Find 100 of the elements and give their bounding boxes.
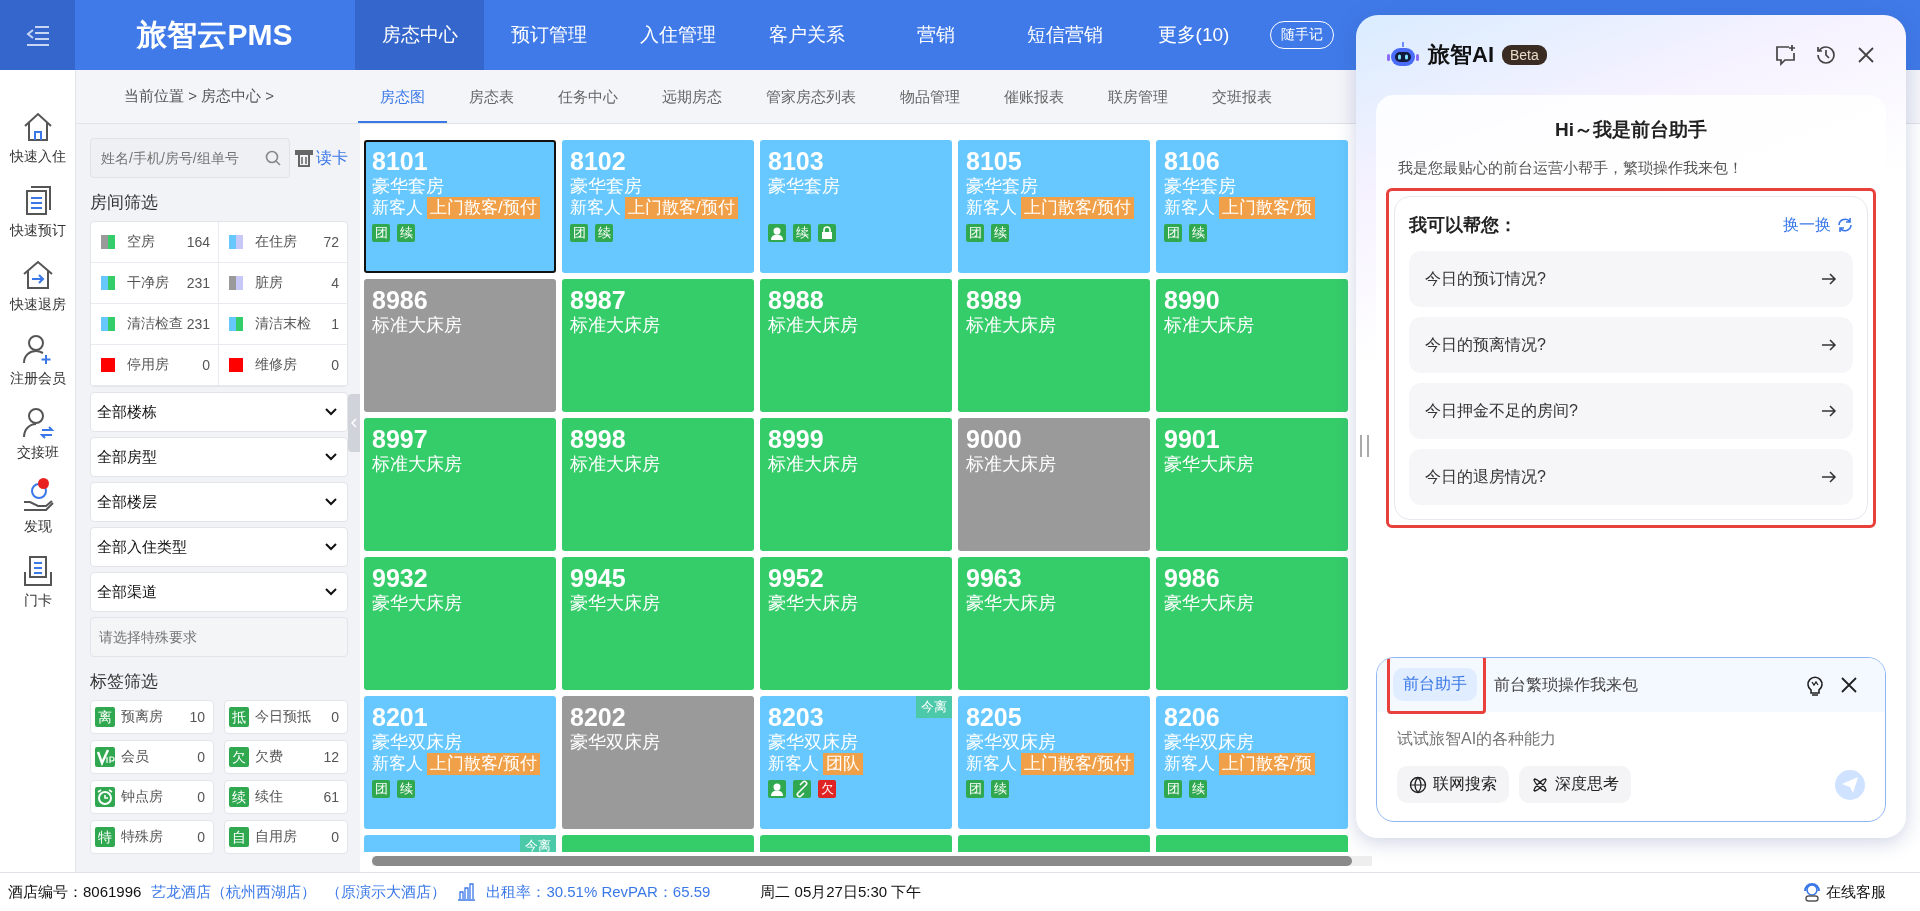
greeting-title: Hi～我是前台助手 bbox=[1554, 118, 1708, 142]
tag-filter[interactable]: 会员 0 bbox=[90, 740, 214, 774]
nav-tab[interactable]: 入住管理 bbox=[613, 0, 742, 70]
tag-filter[interactable]: 抵 今日预抵 0 bbox=[224, 700, 348, 734]
view-tab[interactable]: 物品管理 bbox=[878, 70, 982, 123]
view-tab[interactable]: 交班报表 bbox=[1190, 70, 1294, 123]
view-tab[interactable]: 联房管理 bbox=[1086, 70, 1190, 123]
room-filter[interactable]: 清洁末检 1 bbox=[219, 304, 347, 345]
nav-tab[interactable]: 营销 bbox=[871, 0, 1000, 70]
room-card[interactable]: 8103 豪华套房 续 bbox=[760, 140, 952, 273]
view-tab[interactable]: 远期房态 bbox=[640, 70, 744, 123]
intro-text: 我是您最贴心的前台运营小帮手，繁琐操作我来包！ bbox=[1398, 159, 1744, 178]
suggestion-item[interactable]: 今日的退房情况? bbox=[1409, 449, 1853, 505]
filter-dropdown[interactable]: 全部楼栋 bbox=[90, 392, 348, 432]
nav-tab[interactable]: 更多(10) bbox=[1129, 0, 1258, 70]
chat-input-field[interactable]: 前台助手 前台繁琐操作我来包 试试旅智AI的各种能力 联网搜索 深度思考 bbox=[1376, 657, 1886, 822]
special-request-field[interactable]: 请选择特殊要求 bbox=[90, 617, 348, 657]
suggestion-item[interactable]: 今日押金不足的房间? bbox=[1409, 383, 1853, 439]
filter-count: 0 bbox=[197, 829, 205, 845]
room-filter[interactable]: 在住房 72 bbox=[219, 222, 347, 263]
headset-icon bbox=[1802, 882, 1822, 902]
room-filter[interactable]: 停用房 0 bbox=[91, 345, 219, 386]
room-card[interactable]: 8201 豪华双床房 新客人 上门散客/预付 团 续 bbox=[364, 696, 556, 829]
room-filter[interactable]: 维修房 0 bbox=[219, 345, 347, 386]
room-filter[interactable]: 干净房 231 bbox=[91, 263, 219, 304]
room-number: 9901 bbox=[1164, 425, 1220, 453]
view-tab[interactable]: 管家房态列表 bbox=[744, 70, 878, 123]
nav-tab[interactable]: 客户关系 bbox=[742, 0, 871, 70]
room-tag: 团 bbox=[570, 224, 588, 242]
tool-toggle[interactable]: 联网搜索 bbox=[1397, 766, 1509, 803]
special-request-input[interactable]: 请选择特殊要求 bbox=[97, 628, 341, 646]
hotel-alias-link[interactable]: （原演示大酒店） bbox=[326, 882, 447, 902]
room-type: 豪华大床房 bbox=[372, 592, 463, 614]
tag-filter[interactable]: 离 预离房 10 bbox=[90, 700, 214, 734]
room-card[interactable]: 8106 豪华套房 新客人 上门散客/预 团 续 bbox=[1156, 140, 1348, 273]
room-card[interactable]: 8105 豪华套房 新客人 上门散客/预付 团 续 bbox=[958, 140, 1150, 273]
suggestion-item[interactable]: 今日的预离情况? bbox=[1409, 317, 1853, 373]
sidebar-item[interactable]: 快速预订 bbox=[9, 184, 66, 240]
assistant-chip[interactable]: 前台助手 bbox=[1393, 667, 1477, 701]
sidebar-item[interactable]: 门卡 bbox=[20, 554, 55, 610]
arrow-right-icon bbox=[1821, 471, 1837, 483]
room-type: 标准大床房 bbox=[570, 453, 661, 475]
tag-filter[interactable]: 欠 欠费 12 bbox=[224, 740, 348, 774]
nav-tab[interactable]: 短信营销 bbox=[1000, 0, 1129, 70]
room-type: 豪华双床房 bbox=[966, 731, 1057, 753]
sidebar-item[interactable]: 发现 bbox=[20, 480, 55, 536]
collapse-handle[interactable] bbox=[348, 394, 360, 452]
room-card[interactable]: 8986 标准大床房 bbox=[364, 279, 556, 412]
room-card[interactable]: 8203 豪华双床房 新客人 团队 欠 今离 bbox=[760, 696, 952, 829]
horizontal-scrollbar[interactable] bbox=[372, 856, 1372, 866]
app-logo: 旅智云PMS bbox=[135, 16, 294, 53]
resize-handle[interactable] bbox=[1360, 435, 1369, 457]
tag-filter[interactable]: 特 特殊房 0 bbox=[90, 820, 214, 854]
room-type: 标准大床房 bbox=[372, 314, 463, 336]
room-filter[interactable]: 脏房 4 bbox=[219, 263, 347, 304]
sidebar-item[interactable]: 交接班 bbox=[16, 406, 59, 462]
tool-toggle[interactable]: 深度思考 bbox=[1519, 766, 1631, 803]
filter-dropdown[interactable]: 全部渠道 bbox=[90, 572, 348, 612]
nav-tab[interactable]: 预订管理 bbox=[484, 0, 613, 70]
tag-icon: 特 bbox=[95, 827, 115, 847]
chat-input[interactable]: 试试旅智AI的各种能力 bbox=[1377, 712, 1885, 766]
view-tab[interactable]: 房态表 bbox=[447, 70, 536, 123]
room-type: 标准大床房 bbox=[966, 314, 1057, 336]
read-card-button[interactable]: 读卡 bbox=[294, 147, 348, 169]
menu-button[interactable] bbox=[0, 0, 75, 70]
filter-label: 续住 bbox=[255, 788, 284, 806]
search-input[interactable]: 姓名/手机/房号/组单号 bbox=[99, 149, 261, 167]
chat-plus-icon bbox=[1775, 44, 1797, 66]
search-field[interactable]: 姓名/手机/房号/组单号 bbox=[90, 138, 290, 178]
tag-filter[interactable]: 钟点房 0 bbox=[90, 780, 214, 814]
room-card[interactable]: 8205 豪华双床房 新客人 上门散客/预付 团 续 bbox=[958, 696, 1150, 829]
view-tab[interactable]: 任务中心 bbox=[536, 70, 640, 123]
filter-dropdown[interactable]: 全部楼层 bbox=[90, 482, 348, 522]
refresh-link[interactable]: 换一换 bbox=[1783, 214, 1853, 236]
filter-dropdown[interactable]: 全部入住类型 bbox=[90, 527, 348, 567]
room-card[interactable]: 8206 豪华双床房 新客人 上门散客/预 团 续 bbox=[1156, 696, 1348, 829]
filter-label: 维修房 bbox=[255, 356, 298, 374]
room-filter[interactable]: 空房 164 bbox=[91, 222, 219, 263]
view-tab[interactable]: 催账报表 bbox=[982, 70, 1086, 123]
nav-tab[interactable]: 房态中心 bbox=[355, 0, 484, 70]
occupancy-stats[interactable]: 出租率：30.51% RevPAR：65.59 bbox=[486, 882, 711, 902]
tag-filter[interactable]: 自 自用房 0 bbox=[224, 820, 348, 854]
room-number: 8990 bbox=[1164, 286, 1220, 314]
room-card[interactable]: 8202 豪华双床房 bbox=[562, 696, 754, 829]
room-card[interactable]: 9000 标准大床房 bbox=[958, 418, 1150, 551]
room-number: 8998 bbox=[570, 425, 626, 453]
send-button[interactable] bbox=[1835, 769, 1865, 800]
room-card[interactable]: 8101 豪华套房 新客人 上门散客/预付 团 续 bbox=[364, 140, 556, 273]
suggestion-item[interactable]: 今日的预订情况? bbox=[1409, 251, 1853, 307]
filter-dropdown[interactable]: 全部房型 bbox=[90, 437, 348, 477]
sidebar-item[interactable]: 快速退房 bbox=[9, 258, 66, 314]
sidebar-item[interactable]: 注册会员 bbox=[9, 332, 66, 388]
online-service-link[interactable]: 在线客服 bbox=[1802, 882, 1886, 902]
room-filter[interactable]: 清洁检查 231 bbox=[91, 304, 219, 345]
help-title: 我可以帮您： bbox=[1409, 214, 1517, 237]
hotel-name-link[interactable]: 艺龙酒店（杭州西湖店） bbox=[151, 882, 317, 902]
tag-filter[interactable]: 续 续住 61 bbox=[224, 780, 348, 814]
room-card[interactable]: 8102 豪华套房 新客人 上门散客/预付 团 续 bbox=[562, 140, 754, 273]
sidebar-item[interactable]: 快速入住 bbox=[9, 110, 66, 166]
section-heading: 房间筛选 bbox=[90, 192, 159, 214]
